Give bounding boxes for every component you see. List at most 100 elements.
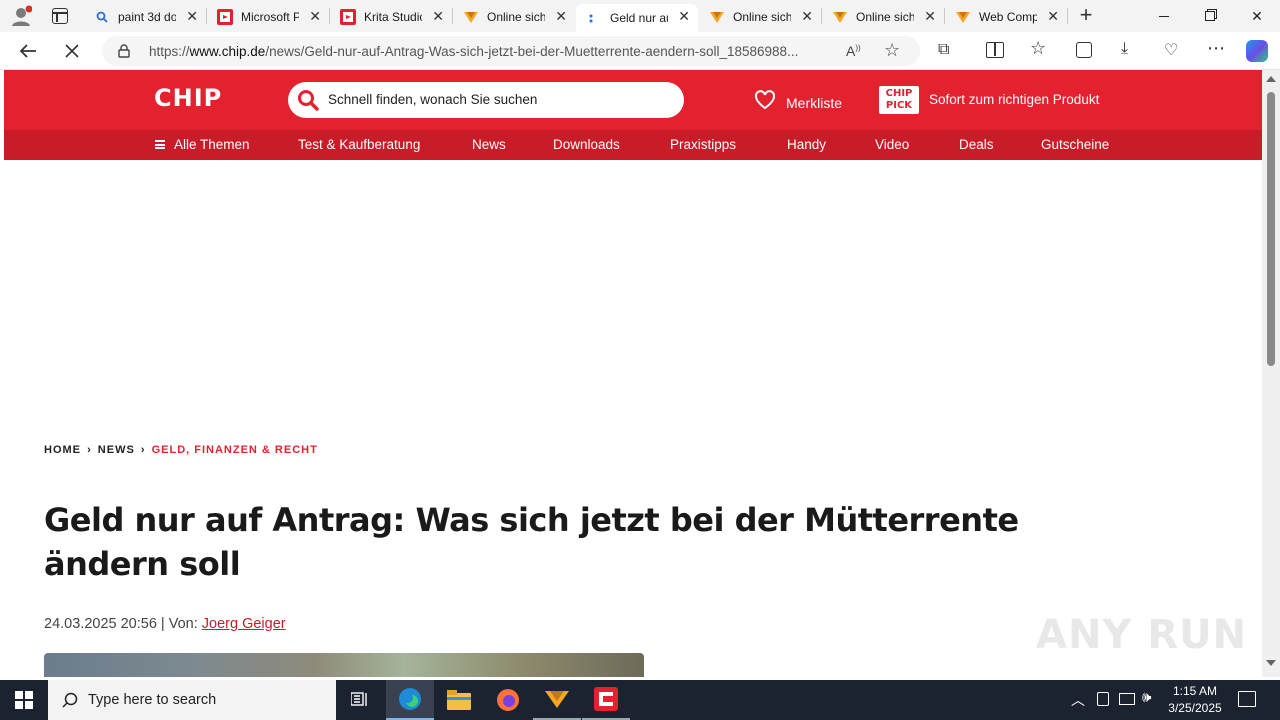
nav-test-kaufberatung[interactable]: Test & Kaufberatung: [298, 137, 420, 152]
file-explorer-icon[interactable]: [435, 680, 483, 720]
clock-date: 3/25/2025: [1168, 701, 1222, 715]
back-arrow-icon[interactable]: [14, 37, 42, 65]
close-tab-icon[interactable]: ✕: [432, 8, 444, 25]
close-window-icon[interactable]: ✕: [1234, 0, 1280, 32]
tab-7[interactable]: Online sich ✕: [822, 4, 944, 29]
page-scrollbar[interactable]: [1262, 70, 1280, 677]
minimize-icon[interactable]: [1141, 0, 1187, 32]
tab-label: Online sich: [733, 9, 791, 24]
close-tab-icon[interactable]: ✕: [801, 8, 813, 25]
tab-5-active[interactable]: Geld nur au ✕: [576, 4, 698, 32]
article-hero-image: [44, 653, 644, 677]
clock[interactable]: 1:15 AM 3/25/2025: [1160, 683, 1230, 717]
nav-gutscheine[interactable]: Gutscheine: [1041, 137, 1109, 152]
url-field[interactable]: https://www.chip.de/news/Geld-nur-auf-An…: [102, 36, 920, 66]
tab-3[interactable]: Krita Studio ✕: [330, 4, 452, 29]
site-search-field[interactable]: Schnell finden, wonach Sie suchen: [288, 82, 684, 118]
online-favicon-icon: [955, 9, 971, 25]
notification-icon[interactable]: [1238, 691, 1256, 707]
extensions-icon[interactable]: ⧉: [938, 41, 949, 59]
breadcrumb-home[interactable]: HOME: [44, 444, 81, 456]
edge-taskbar-icon[interactable]: [386, 680, 434, 720]
tab-8[interactable]: Web Comp ✕: [945, 4, 1067, 29]
online-favicon-icon: [832, 9, 848, 25]
article-title: Geld nur auf Antrag: Was sich jetzt bei …: [44, 498, 1019, 586]
tab-actions-icon[interactable]: [52, 8, 68, 24]
chevron-right-icon: ›: [87, 444, 92, 456]
copilot-icon[interactable]: [1246, 40, 1268, 62]
nav-alle-themen[interactable]: Alle Themen: [174, 137, 250, 152]
scroll-up-arrow-icon[interactable]: [1266, 76, 1276, 82]
profile-avatar-icon[interactable]: [10, 5, 33, 27]
start-windows-icon[interactable]: [0, 680, 48, 720]
browser-essentials-icon[interactable]: ♡: [1164, 40, 1178, 60]
article-date: 24.03.2025 20:56: [44, 616, 157, 632]
tab-label: Online sich: [487, 9, 545, 24]
article-meta: 24.03.2025 20:56 | Von: Joerg Geiger: [44, 616, 286, 632]
more-menu-icon[interactable]: ⋯: [1207, 38, 1225, 59]
new-tab-plus-icon[interactable]: +: [1074, 4, 1098, 28]
chip-main-nav: Alle Themen Test & Kaufberatung News Dow…: [4, 130, 1262, 160]
taskbar-search-box[interactable]: Type here to search: [48, 680, 336, 720]
breadcrumb-news[interactable]: NEWS: [98, 444, 135, 456]
lock-icon[interactable]: [118, 44, 130, 63]
tab-2[interactable]: Microsoft P ✕: [207, 4, 329, 29]
restore-icon[interactable]: [1187, 0, 1233, 32]
nav-news[interactable]: News: [472, 137, 506, 152]
tab-label: Geld nur au: [610, 11, 668, 25]
hamburger-icon[interactable]: [155, 140, 165, 149]
article-title-line1: Geld nur auf Antrag: Was sich jetzt bei …: [44, 501, 1019, 539]
close-tab-icon[interactable]: ✕: [309, 8, 321, 25]
tab-label: Web Comp: [979, 9, 1037, 24]
nav-praxistipps[interactable]: Praxistipps: [670, 137, 736, 152]
chip-pick-logo[interactable]: CHIP PICK: [879, 86, 919, 114]
tab-1[interactable]: paint 3d do ✕: [84, 4, 206, 29]
scroll-down-arrow-icon[interactable]: [1266, 660, 1276, 666]
app-triangle-icon[interactable]: [533, 680, 581, 720]
by-label: | Von:: [160, 616, 198, 632]
taskbar-search-placeholder: Type here to search: [88, 692, 217, 708]
clock-time: 1:15 AM: [1172, 684, 1218, 698]
tab-6[interactable]: Online sich ✕: [699, 4, 821, 29]
chevron-up-icon[interactable]: ︿: [1071, 690, 1085, 710]
merkliste-label: Merkliste: [786, 94, 843, 111]
scrollbar-thumb[interactable]: [1267, 92, 1275, 366]
favorite-star-icon[interactable]: ☆: [884, 40, 900, 61]
loading-icon: [586, 10, 602, 26]
task-view-icon[interactable]: [336, 680, 384, 720]
close-tab-icon[interactable]: ✕: [186, 8, 198, 25]
stop-loading-icon[interactable]: [58, 37, 86, 65]
volume-icon[interactable]: 🕪: [1142, 689, 1151, 706]
collections-icon[interactable]: [1076, 42, 1092, 58]
tab-label: paint 3d do: [118, 9, 176, 24]
chip-logo[interactable]: CHIP: [154, 84, 222, 112]
merkliste-link[interactable]: Merkliste: [754, 90, 842, 115]
device-icon[interactable]: [1097, 692, 1109, 706]
favorites-icon[interactable]: ☆: [1030, 38, 1046, 59]
firefox-icon[interactable]: [484, 680, 532, 720]
chip-app-icon[interactable]: [582, 680, 630, 720]
url-path: /news/Geld-nur-auf-Antrag-Was-sich-jetzt…: [265, 44, 799, 59]
close-tab-icon[interactable]: ✕: [1047, 8, 1059, 25]
nav-video[interactable]: Video: [875, 137, 909, 152]
tab-label: Microsoft P: [241, 9, 299, 24]
nav-handy[interactable]: Handy: [787, 137, 826, 152]
pick-tagline[interactable]: Sofort zum richtigen Produkt: [929, 92, 1099, 107]
online-favicon-icon: [709, 9, 725, 25]
heart-icon: [754, 90, 776, 115]
nav-deals[interactable]: Deals: [959, 137, 994, 152]
split-screen-icon[interactable]: [986, 42, 1004, 58]
read-aloud-icon[interactable]: A)): [846, 43, 861, 59]
close-tab-icon[interactable]: ✕: [924, 8, 936, 25]
tab-4[interactable]: Online sich ✕: [453, 4, 575, 29]
network-icon[interactable]: [1119, 693, 1135, 705]
downloads-icon[interactable]: ⤓: [1121, 40, 1128, 58]
nav-downloads[interactable]: Downloads: [553, 137, 620, 152]
search-icon: [62, 692, 78, 713]
breadcrumb-category[interactable]: GELD, FINANZEN & RECHT: [152, 444, 318, 456]
breadcrumb: HOME › NEWS › GELD, FINANZEN & RECHT: [44, 444, 318, 456]
author-link[interactable]: Joerg Geiger: [202, 616, 286, 632]
address-toolbar: https://www.chip.de/news/Geld-nur-auf-An…: [0, 32, 1280, 70]
close-tab-icon[interactable]: ✕: [678, 8, 690, 25]
close-tab-icon[interactable]: ✕: [555, 8, 567, 25]
